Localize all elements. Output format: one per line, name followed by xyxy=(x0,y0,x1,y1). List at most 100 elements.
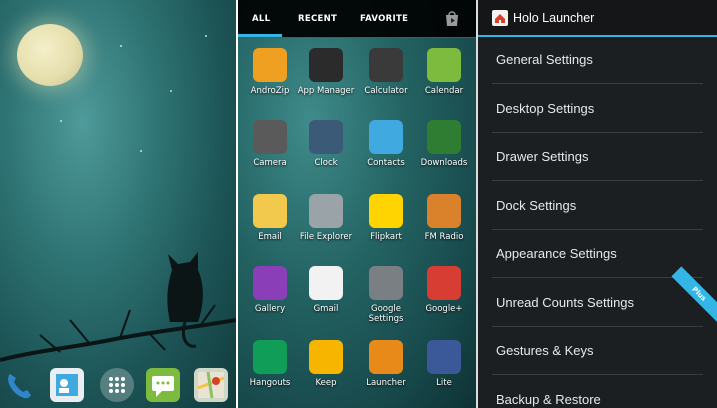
clock-icon xyxy=(309,120,343,154)
app-label: Clock xyxy=(314,158,338,168)
home-dock xyxy=(0,364,236,408)
app-label: App Manager xyxy=(297,86,355,96)
app-keep[interactable]: Keep xyxy=(296,340,356,408)
settings-item-desktop[interactable]: Desktop Settings xyxy=(478,85,717,133)
downloads-icon xyxy=(427,120,461,154)
app-fm-radio[interactable]: FM Radio xyxy=(414,194,474,264)
hangouts-icon xyxy=(253,340,287,374)
app-label: Calendar xyxy=(424,86,464,96)
tab-recent[interactable]: RECENT xyxy=(298,0,337,38)
settings-item-unread-counts[interactable]: Unread Counts Settings Plus xyxy=(478,265,717,327)
settings-item-label: Gestures & Keys xyxy=(496,343,594,358)
androzip-icon xyxy=(253,48,287,82)
calendar-icon xyxy=(427,48,461,82)
app-hangouts[interactable]: Hangouts xyxy=(240,340,300,408)
home-screen xyxy=(0,0,236,408)
app-calculator[interactable]: Calculator xyxy=(356,48,416,118)
gmail-icon xyxy=(309,266,343,300)
google-settings-icon xyxy=(369,266,403,300)
app-app-manager[interactable]: App Manager xyxy=(296,48,356,118)
app-launcher[interactable]: Launcher xyxy=(356,340,416,408)
settings-item-label: Dock Settings xyxy=(496,197,577,213)
app-flipkart[interactable]: Flipkart xyxy=(356,194,416,264)
app-google-settings[interactable]: Google Settings xyxy=(356,266,416,336)
keep-icon xyxy=(309,340,343,374)
app-label: Lite xyxy=(436,378,452,388)
app-email[interactable]: Email xyxy=(240,194,300,264)
messaging-icon[interactable] xyxy=(146,368,180,402)
app-label: Google Settings xyxy=(368,304,404,324)
holo-launcher-icon[interactable] xyxy=(492,10,508,26)
settings-item-label: Unread Counts Settings xyxy=(496,294,635,310)
app-drawer: ALL RECENT FAVORITE AndroZip App Manager C… xyxy=(238,0,478,408)
app-androzip[interactable]: AndroZip xyxy=(240,48,300,118)
contacts-icon xyxy=(369,120,403,154)
launcher-icon xyxy=(369,340,403,374)
app-file-explorer[interactable]: File Explorer xyxy=(296,194,356,264)
cat-on-branch-wallpaper xyxy=(0,252,236,362)
app-google-plus[interactable]: Google+ xyxy=(414,266,474,336)
settings-item-label: General Settings xyxy=(496,52,593,67)
drawer-header: ALL RECENT FAVORITE xyxy=(238,0,478,38)
gallery-icon xyxy=(253,266,287,300)
app-facebook-lite[interactable]: Lite xyxy=(414,340,474,408)
contacts-icon[interactable] xyxy=(50,368,84,402)
settings-screen: Holo Launcher General Settings Desktop Se… xyxy=(478,0,717,408)
app-drawer-icon[interactable] xyxy=(100,368,134,402)
app-contacts[interactable]: Contacts xyxy=(356,120,416,190)
app-clock[interactable]: Clock xyxy=(296,120,356,190)
app-label: Calculator xyxy=(364,86,408,96)
settings-item-drawer[interactable]: Drawer Settings xyxy=(478,133,717,181)
app-label: Keep xyxy=(315,378,337,388)
settings-item-label: Appearance Settings xyxy=(496,246,617,261)
header-divider xyxy=(238,37,478,38)
star xyxy=(170,90,172,92)
file-explorer-icon xyxy=(309,194,343,228)
star xyxy=(205,35,207,37)
google-plus-icon xyxy=(427,266,461,300)
moon-wallpaper xyxy=(17,24,83,86)
settings-item-backup-restore[interactable]: Backup & Restore xyxy=(478,376,717,408)
app-label: Google+ xyxy=(425,304,463,314)
app-label: Contacts xyxy=(367,158,405,168)
app-manager-icon xyxy=(309,48,343,82)
settings-item-gestures-keys[interactable]: Gestures & Keys xyxy=(478,327,717,375)
flipkart-icon xyxy=(369,194,403,228)
star xyxy=(140,150,142,152)
app-gallery[interactable]: Gallery xyxy=(240,266,300,336)
settings-item-label: Drawer Settings xyxy=(496,149,589,164)
star xyxy=(120,45,122,47)
app-label: AndroZip xyxy=(250,86,290,96)
app-label: Camera xyxy=(253,158,287,168)
app-label: Hangouts xyxy=(249,378,291,388)
settings-item-label: Desktop Settings xyxy=(496,100,595,116)
maps-icon[interactable] xyxy=(194,368,228,402)
email-icon xyxy=(253,194,287,228)
page-title: Holo Launcher xyxy=(513,11,595,25)
settings-item-label: Backup & Restore xyxy=(496,391,601,407)
settings-item-general[interactable]: General Settings xyxy=(478,36,717,84)
app-calendar[interactable]: Calendar xyxy=(414,48,474,118)
camera-icon xyxy=(253,120,287,154)
play-store-icon[interactable] xyxy=(443,9,461,27)
settings-item-dock[interactable]: Dock Settings xyxy=(478,182,717,230)
app-camera[interactable]: Camera xyxy=(240,120,300,190)
app-label: Launcher xyxy=(366,378,406,388)
settings-header: Holo Launcher xyxy=(478,0,717,37)
app-label: File Explorer xyxy=(299,232,353,242)
facebook-lite-icon xyxy=(427,340,461,374)
app-downloads[interactable]: Downloads xyxy=(414,120,474,190)
calculator-icon xyxy=(369,48,403,82)
phone-icon[interactable] xyxy=(2,368,36,402)
tab-all[interactable]: ALL xyxy=(252,0,270,38)
app-label: Gmail xyxy=(313,304,339,314)
app-label: Gallery xyxy=(254,304,286,314)
star xyxy=(60,120,62,122)
tab-favorite[interactable]: FAVORITE xyxy=(360,0,408,38)
app-label: Flipkart xyxy=(370,232,402,242)
app-label: FM Radio xyxy=(424,232,464,242)
app-gmail[interactable]: Gmail xyxy=(296,266,356,336)
app-label: Downloads xyxy=(420,158,468,168)
fm-radio-icon xyxy=(427,194,461,228)
app-label: Email xyxy=(258,232,282,242)
